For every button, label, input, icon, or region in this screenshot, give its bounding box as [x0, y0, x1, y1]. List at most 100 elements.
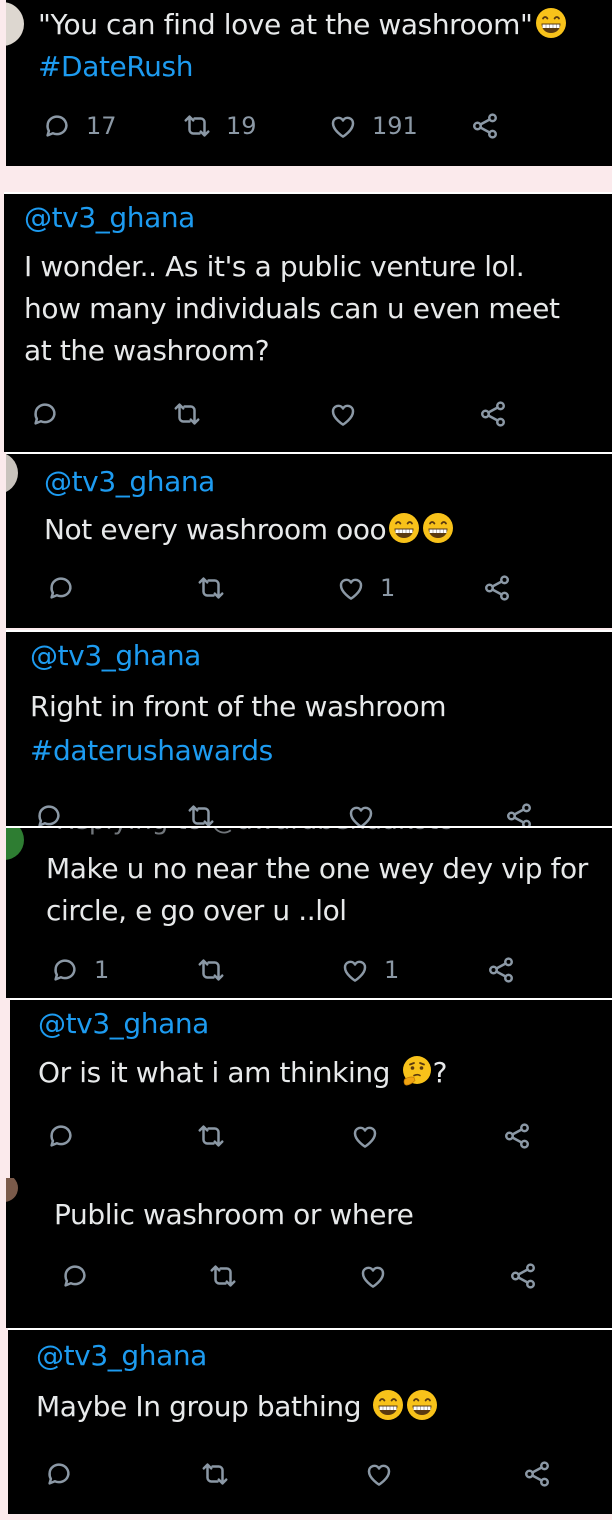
- thinking-face-emoji-icon: [401, 1055, 433, 1087]
- reply-button[interactable]: [46, 568, 76, 608]
- heart-icon: [340, 955, 370, 985]
- tweet-actions: [6, 1256, 612, 1296]
- heart-icon: [328, 111, 358, 141]
- retweet-button[interactable]: [196, 568, 226, 608]
- tweet-panel-6: @tv3_ghana Or is it what i am thinking ?: [10, 998, 612, 1178]
- tweet-body: Maybe In group bathing: [36, 1390, 362, 1423]
- mention-link[interactable]: @tv3_ghana: [38, 1006, 209, 1042]
- avatar[interactable]: [6, 2, 24, 46]
- retweet-icon: [186, 801, 216, 826]
- heart-icon: [358, 1261, 388, 1291]
- retweet-button[interactable]: [208, 1256, 238, 1296]
- like-button[interactable]: 1: [336, 568, 395, 608]
- tweet-line-1: I wonder.. As it's a public venture lol.: [24, 250, 525, 283]
- like-count: 191: [372, 112, 418, 140]
- share-button[interactable]: [470, 106, 500, 146]
- tweet-actions: 17 19 191: [6, 106, 612, 146]
- retweet-button[interactable]: [186, 796, 216, 826]
- retweet-icon: [182, 111, 212, 141]
- avatar[interactable]: [6, 454, 18, 494]
- tweet-body: "You can find love at the washroom": [38, 8, 533, 41]
- tweet-text: Right in front of the washroom: [30, 690, 447, 723]
- share-button[interactable]: [486, 950, 516, 990]
- mention-link[interactable]: @tv3_ghana: [24, 200, 195, 236]
- mention-link[interactable]: @tv3_ghana: [44, 464, 215, 500]
- mention-link[interactable]: @tv3_ghana: [36, 1338, 207, 1374]
- reply-icon: [44, 1459, 74, 1489]
- reply-icon: [46, 1121, 76, 1151]
- reply-button[interactable]: [30, 394, 60, 434]
- retweet-button[interactable]: [196, 950, 226, 990]
- retweet-icon: [196, 955, 226, 985]
- hashtag-link[interactable]: #daterushawards: [30, 730, 273, 772]
- reply-button[interactable]: [44, 1454, 74, 1494]
- retweet-button[interactable]: 19: [182, 106, 257, 146]
- heart-icon: [328, 399, 358, 429]
- tweet-panel-2: @tv3_ghana I wonder.. As it's a public v…: [4, 192, 612, 452]
- mention-link[interactable]: @tv3_ghana: [30, 638, 201, 674]
- share-icon: [508, 1261, 538, 1291]
- like-button[interactable]: [350, 1116, 380, 1156]
- share-button[interactable]: [522, 1454, 552, 1494]
- tweet-text: Or is it what i am thinking ?: [38, 1052, 447, 1094]
- retweet-button[interactable]: [196, 1116, 226, 1156]
- retweet-icon: [196, 573, 226, 603]
- share-icon: [522, 1459, 552, 1489]
- share-button[interactable]: [502, 1116, 532, 1156]
- tweet-actions: 1 1: [6, 950, 612, 990]
- share-icon: [502, 1121, 532, 1151]
- tweet-actions: [6, 796, 612, 826]
- like-button[interactable]: 191: [328, 106, 418, 146]
- like-button[interactable]: [346, 796, 376, 826]
- retweet-icon: [208, 1261, 238, 1291]
- reply-button[interactable]: [60, 1256, 90, 1296]
- reply-button[interactable]: [34, 796, 64, 826]
- reply-count: 17: [86, 112, 117, 140]
- share-icon: [470, 111, 500, 141]
- share-icon: [504, 801, 534, 826]
- reply-button[interactable]: [46, 1116, 76, 1156]
- share-button[interactable]: [482, 568, 512, 608]
- share-button[interactable]: [504, 796, 534, 826]
- share-icon: [486, 955, 516, 985]
- tweet-line-1: Make u no near the one wey dey vip for: [46, 852, 588, 885]
- like-button[interactable]: [358, 1256, 388, 1296]
- tweet-actions: 1: [6, 568, 612, 608]
- tweet-panel-8: @tv3_ghana Maybe In group bathing: [8, 1328, 612, 1514]
- retweet-button[interactable]: [172, 394, 202, 434]
- retweet-icon: [200, 1459, 230, 1489]
- like-count: 1: [384, 956, 400, 984]
- tweet-text: Not every washroom ooo: [44, 509, 454, 551]
- tweet-panel-3: @tv3_ghana Not every washroom ooo 1: [6, 452, 612, 628]
- reply-button[interactable]: 1: [50, 950, 109, 990]
- tweet-line-2: circle, e go over u ..lol: [46, 894, 347, 927]
- share-button[interactable]: [478, 394, 508, 434]
- retweet-count: 19: [226, 112, 257, 140]
- reply-button[interactable]: 17: [42, 106, 117, 146]
- like-button[interactable]: [364, 1454, 394, 1494]
- replying-to-label: Replying to @awurabenaakoto: [56, 828, 454, 836]
- tweet-panel-1: "You can find love at the washroom" #Dat…: [6, 0, 612, 166]
- tweet-actions: [10, 1116, 612, 1156]
- tweet-panel-7: Public washroom or where: [6, 1178, 612, 1328]
- retweet-button[interactable]: [200, 1454, 230, 1494]
- tweet-line-3: at the washroom?: [24, 334, 270, 367]
- grinning-squinting-face-emoji-icon: [535, 7, 567, 39]
- reply-icon: [42, 111, 72, 141]
- reply-icon: [46, 573, 76, 603]
- heart-icon: [336, 573, 366, 603]
- heart-icon: [346, 801, 376, 826]
- tweet-text: Public washroom or where: [54, 1198, 414, 1231]
- like-button[interactable]: 1: [340, 950, 399, 990]
- retweet-icon: [172, 399, 202, 429]
- hashtag-link[interactable]: #DateRush: [38, 46, 193, 88]
- avatar[interactable]: [6, 828, 24, 860]
- avatar[interactable]: [6, 1178, 18, 1202]
- like-button[interactable]: [328, 394, 358, 434]
- share-button[interactable]: [508, 1256, 538, 1296]
- tweet-body: Or is it what i am thinking: [38, 1056, 391, 1089]
- tweet-actions: [4, 394, 612, 434]
- tweet-actions: [8, 1454, 612, 1494]
- share-icon: [482, 573, 512, 603]
- tweet-panel-4: @tv3_ghana Right in front of the washroo…: [6, 630, 612, 826]
